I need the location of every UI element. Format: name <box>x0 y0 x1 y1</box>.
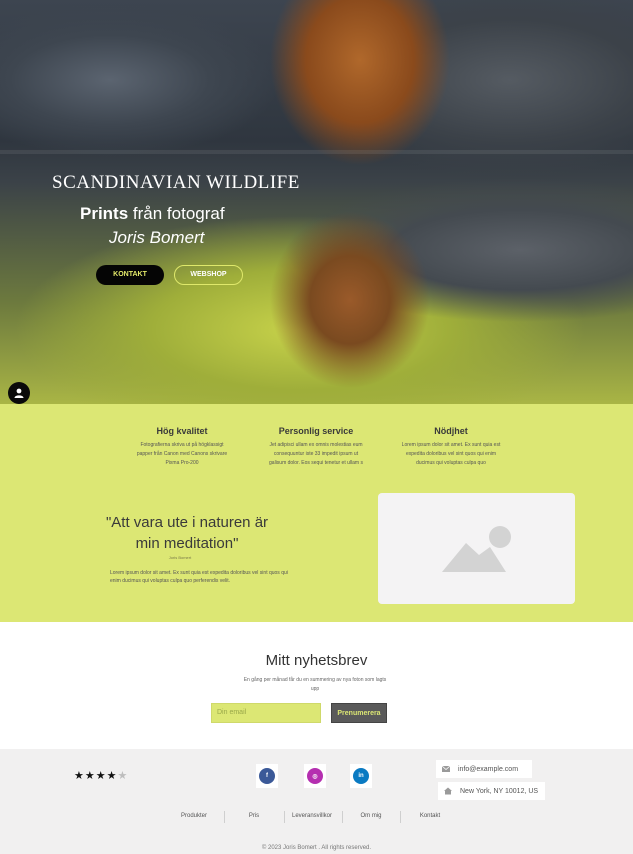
nav-divider <box>284 811 285 823</box>
quote-author: Joris Bomert <box>168 555 192 560</box>
feature-text: Jet adipisci ullam ex omnis molestias eu… <box>269 442 363 466</box>
contact-address: New York, NY 10012, US <box>438 782 545 800</box>
star-icon: ★ <box>106 770 118 782</box>
footer-nav: Produkter Pris Leveransvillkor Om mig Ko… <box>0 813 633 825</box>
facebook-icon: f <box>259 768 275 784</box>
feature-title: Personlig service <box>278 426 354 436</box>
image-placeholder <box>378 493 575 604</box>
email-input[interactable]: Din email <box>211 703 321 723</box>
star-icon: ★ <box>84 770 96 782</box>
hero-subtitle: Prints från fotograf <box>80 204 225 224</box>
nav-divider <box>342 811 343 823</box>
envelope-icon <box>442 765 450 772</box>
nav-divider <box>400 811 401 823</box>
contact-email[interactable]: info@example.com <box>436 760 532 778</box>
address-text: New York, NY 10012, US <box>460 787 539 795</box>
instagram-icon: ◎ <box>307 768 323 784</box>
star-icon: ★ <box>95 770 107 782</box>
feature-title: Hög kvalitet <box>156 426 208 436</box>
newsletter-section: Mitt nyhetsbrev En gång per månad får du… <box>0 622 633 749</box>
feature-service: Personlig service Jet adipisci ullam ex … <box>266 426 366 468</box>
copyright: © 2023 Joris Bomert . All rights reserve… <box>261 845 372 851</box>
contact-button[interactable]: KONTAKT <box>96 265 164 285</box>
nav-link-om-mig[interactable]: Om mig <box>356 813 386 819</box>
linkedin-link[interactable]: in <box>350 764 372 788</box>
nav-link-pris[interactable]: Pris <box>244 813 264 819</box>
newsletter-description: En gång per månad får du en summering av… <box>243 677 387 692</box>
water-line <box>0 150 633 154</box>
hero-title: SCANDINAVIAN WILDLIFE <box>52 172 300 193</box>
user-icon[interactable] <box>8 382 30 404</box>
linkedin-icon: in <box>353 768 369 784</box>
home-icon <box>444 787 452 795</box>
nav-link-kontakt[interactable]: Kontakt <box>415 813 445 819</box>
instagram-link[interactable]: ◎ <box>304 764 326 788</box>
nav-link-leveransvillkor[interactable]: Leveransvillkor <box>287 813 337 819</box>
feature-nodjhet: Nödjhet Lorem ipsum dolor sit amet. Ex s… <box>401 426 501 468</box>
nav-link-produkter[interactable]: Produkter <box>176 813 212 819</box>
quote-text: "Att vara ute i naturen är min meditatio… <box>105 514 269 552</box>
facebook-link[interactable]: f <box>256 764 278 788</box>
footer: ★★★★★ f ◎ in info@example.com New York, … <box>0 749 633 854</box>
star-empty-icon: ★ <box>117 770 129 782</box>
nav-divider <box>224 811 225 823</box>
hero-subtitle-rest: från fotograf <box>128 204 225 223</box>
feature-text: Lorem ipsum dolor sit amet. Ex sunt quia… <box>401 442 501 466</box>
hero-subtitle-bold: Prints <box>80 204 129 223</box>
image-icon <box>442 526 511 572</box>
webshop-button[interactable]: WEBSHOP <box>174 265 243 285</box>
quote-body: Lorem ipsum dolor sit amet. Ex sunt quia… <box>110 570 288 584</box>
feature-quality: Hög kvalitet Fotografierna skriva ut på … <box>132 426 232 468</box>
feature-text: Fotografierna skriva ut på högklassigt p… <box>136 442 228 466</box>
features-section: Hög kvalitet Fotografierna skriva ut på … <box>0 404 633 622</box>
newsletter-title: Mitt nyhetsbrev <box>265 652 368 669</box>
hero-section: SCANDINAVIAN WILDLIFE Prints från fotogr… <box>0 0 633 404</box>
email-text: info@example.com <box>458 765 519 773</box>
star-icon: ★ <box>74 770 85 782</box>
feature-title: Nödjhet <box>434 426 468 436</box>
rating-stars: ★★★★★ <box>74 769 128 782</box>
photographer-name: Joris Bomert <box>109 228 205 247</box>
subscribe-button[interactable]: Prenumerera <box>331 703 387 723</box>
